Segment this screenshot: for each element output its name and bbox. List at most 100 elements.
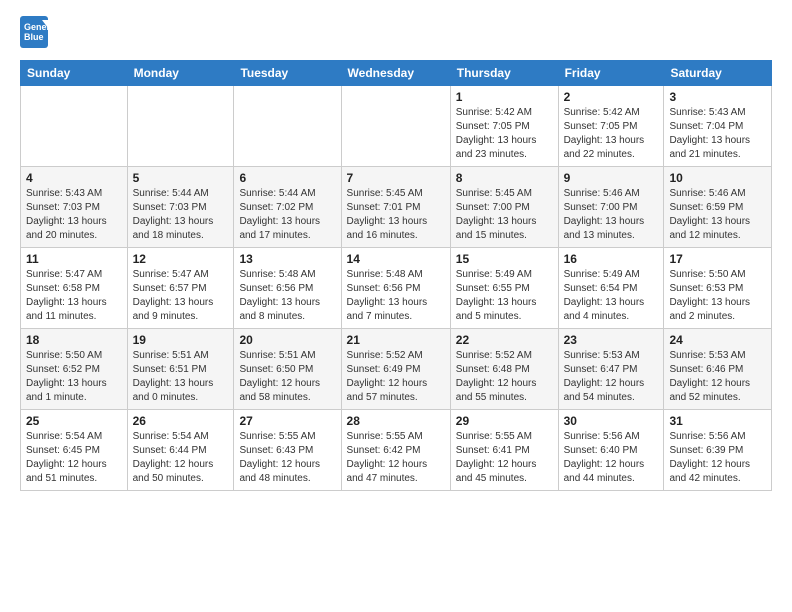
calendar-cell xyxy=(341,86,450,167)
calendar-cell: 31Sunrise: 5:56 AM Sunset: 6:39 PM Dayli… xyxy=(664,410,772,491)
day-number: 8 xyxy=(456,171,553,185)
calendar-cell: 18 Sunrise: 5:50 AM Sunset: 6:52 PM Dayli… xyxy=(21,329,128,410)
day-info: Sunrise: 5:48 AM Sunset: 6:56 PM Dayligh… xyxy=(347,268,445,324)
day-number: 18 xyxy=(26,333,122,347)
day-number: 22 xyxy=(456,333,553,347)
day-info: Sunrise: 5:54 AM Sunset: 6:45 PM Dayligh… xyxy=(26,430,122,486)
day-header-sunday: Sunday xyxy=(21,61,128,86)
calendar-cell: 2 Sunrise: 5:42 AM Sunset: 7:05 PM Daylig… xyxy=(558,86,664,167)
calendar-cell: 9 Sunrise: 5:46 AM Sunset: 7:00 PM Daylig… xyxy=(558,167,664,248)
day-number: 4 xyxy=(26,171,122,185)
day-info: Sunrise: 5:47 AM Sunset: 6:58 PM Dayligh… xyxy=(26,268,122,324)
calendar-cell: 22 Sunrise: 5:52 AM Sunset: 6:48 PM Dayli… xyxy=(450,329,558,410)
day-number: 15 xyxy=(456,252,553,266)
day-info: Sunrise: 5:52 AM Sunset: 6:49 PM Dayligh… xyxy=(347,349,445,405)
day-info: Sunrise: 5:44 AM Sunset: 7:03 PM Dayligh… xyxy=(133,187,229,243)
calendar-cell: 11 Sunrise: 5:47 AM Sunset: 6:58 PM Dayli… xyxy=(21,248,128,329)
day-header-monday: Monday xyxy=(127,61,234,86)
day-number: 14 xyxy=(347,252,445,266)
calendar-cell: 20 Sunrise: 5:51 AM Sunset: 6:50 PM Dayli… xyxy=(234,329,341,410)
day-number: 3 xyxy=(669,90,766,104)
day-info: Sunrise: 5:51 AM Sunset: 6:50 PM Dayligh… xyxy=(239,349,335,405)
calendar-cell: 26 Sunrise: 5:54 AM Sunset: 6:44 PM Dayli… xyxy=(127,410,234,491)
calendar-cell: 3 Sunrise: 5:43 AM Sunset: 7:04 PM Daylig… xyxy=(664,86,772,167)
day-number: 9 xyxy=(564,171,659,185)
day-info: Sunrise: 5:42 AM Sunset: 7:05 PM Dayligh… xyxy=(456,106,553,162)
calendar-cell: 19 Sunrise: 5:51 AM Sunset: 6:51 PM Dayli… xyxy=(127,329,234,410)
calendar-cell: 8 Sunrise: 5:45 AM Sunset: 7:00 PM Daylig… xyxy=(450,167,558,248)
svg-text:General: General xyxy=(24,22,48,32)
day-header-wednesday: Wednesday xyxy=(341,61,450,86)
day-number: 26 xyxy=(133,414,229,428)
calendar-cell: 14 Sunrise: 5:48 AM Sunset: 6:56 PM Dayli… xyxy=(341,248,450,329)
day-info: Sunrise: 5:54 AM Sunset: 6:44 PM Dayligh… xyxy=(133,430,229,486)
day-number: 25 xyxy=(26,414,122,428)
day-info: Sunrise: 5:42 AM Sunset: 7:05 PM Dayligh… xyxy=(564,106,659,162)
day-header-thursday: Thursday xyxy=(450,61,558,86)
day-number: 27 xyxy=(239,414,335,428)
calendar-cell: 29Sunrise: 5:55 AM Sunset: 6:41 PM Dayli… xyxy=(450,410,558,491)
logo: General Blue xyxy=(20,16,48,48)
day-number: 5 xyxy=(133,171,229,185)
calendar-cell: 23 Sunrise: 5:53 AM Sunset: 6:47 PM Dayli… xyxy=(558,329,664,410)
calendar-cell: 6Sunrise: 5:44 AM Sunset: 7:02 PM Daylig… xyxy=(234,167,341,248)
calendar-cell: 1Sunrise: 5:42 AM Sunset: 7:05 PM Daylig… xyxy=(450,86,558,167)
calendar-cell: 4 Sunrise: 5:43 AM Sunset: 7:03 PM Daylig… xyxy=(21,167,128,248)
day-header-saturday: Saturday xyxy=(664,61,772,86)
logo-icon: General Blue xyxy=(20,16,48,48)
day-number: 21 xyxy=(347,333,445,347)
day-number: 2 xyxy=(564,90,659,104)
day-info: Sunrise: 5:43 AM Sunset: 7:03 PM Dayligh… xyxy=(26,187,122,243)
day-number: 12 xyxy=(133,252,229,266)
day-number: 13 xyxy=(239,252,335,266)
calendar-cell: 30 Sunrise: 5:56 AM Sunset: 6:40 PM Dayli… xyxy=(558,410,664,491)
day-info: Sunrise: 5:56 AM Sunset: 6:40 PM Dayligh… xyxy=(564,430,659,486)
calendar-cell: 7 Sunrise: 5:45 AM Sunset: 7:01 PM Daylig… xyxy=(341,167,450,248)
day-number: 23 xyxy=(564,333,659,347)
day-info: Sunrise: 5:55 AM Sunset: 6:41 PM Dayligh… xyxy=(456,430,553,486)
day-number: 19 xyxy=(133,333,229,347)
day-info: Sunrise: 5:56 AM Sunset: 6:39 PM Dayligh… xyxy=(669,430,766,486)
day-number: 7 xyxy=(347,171,445,185)
calendar-cell: 27 Sunrise: 5:55 AM Sunset: 6:43 PM Dayli… xyxy=(234,410,341,491)
calendar-cell: 5 Sunrise: 5:44 AM Sunset: 7:03 PM Daylig… xyxy=(127,167,234,248)
day-number: 28 xyxy=(347,414,445,428)
day-info: Sunrise: 5:55 AM Sunset: 6:43 PM Dayligh… xyxy=(239,430,335,486)
calendar-cell: 17 Sunrise: 5:50 AM Sunset: 6:53 PM Dayli… xyxy=(664,248,772,329)
day-info: Sunrise: 5:48 AM Sunset: 6:56 PM Dayligh… xyxy=(239,268,335,324)
day-info: Sunrise: 5:46 AM Sunset: 6:59 PM Dayligh… xyxy=(669,187,766,243)
calendar-cell: 10 Sunrise: 5:46 AM Sunset: 6:59 PM Dayli… xyxy=(664,167,772,248)
day-number: 24 xyxy=(669,333,766,347)
calendar-cell: 13 Sunrise: 5:48 AM Sunset: 6:56 PM Dayli… xyxy=(234,248,341,329)
day-header-friday: Friday xyxy=(558,61,664,86)
day-number: 30 xyxy=(564,414,659,428)
day-info: Sunrise: 5:51 AM Sunset: 6:51 PM Dayligh… xyxy=(133,349,229,405)
calendar-cell xyxy=(127,86,234,167)
day-info: Sunrise: 5:52 AM Sunset: 6:48 PM Dayligh… xyxy=(456,349,553,405)
calendar-cell: 28Sunrise: 5:55 AM Sunset: 6:42 PM Dayli… xyxy=(341,410,450,491)
day-info: Sunrise: 5:45 AM Sunset: 7:01 PM Dayligh… xyxy=(347,187,445,243)
calendar-cell xyxy=(234,86,341,167)
day-info: Sunrise: 5:53 AM Sunset: 6:47 PM Dayligh… xyxy=(564,349,659,405)
calendar-table: SundayMondayTuesdayWednesdayThursdayFrid… xyxy=(20,60,772,491)
day-info: Sunrise: 5:50 AM Sunset: 6:53 PM Dayligh… xyxy=(669,268,766,324)
day-number: 11 xyxy=(26,252,122,266)
day-info: Sunrise: 5:43 AM Sunset: 7:04 PM Dayligh… xyxy=(669,106,766,162)
page-header: General Blue xyxy=(20,16,772,48)
calendar-cell: 25 Sunrise: 5:54 AM Sunset: 6:45 PM Dayli… xyxy=(21,410,128,491)
day-number: 10 xyxy=(669,171,766,185)
day-info: Sunrise: 5:53 AM Sunset: 6:46 PM Dayligh… xyxy=(669,349,766,405)
day-info: Sunrise: 5:44 AM Sunset: 7:02 PM Dayligh… xyxy=(239,187,335,243)
day-info: Sunrise: 5:49 AM Sunset: 6:55 PM Dayligh… xyxy=(456,268,553,324)
day-info: Sunrise: 5:45 AM Sunset: 7:00 PM Dayligh… xyxy=(456,187,553,243)
day-number: 20 xyxy=(239,333,335,347)
day-header-tuesday: Tuesday xyxy=(234,61,341,86)
day-info: Sunrise: 5:49 AM Sunset: 6:54 PM Dayligh… xyxy=(564,268,659,324)
calendar-cell: 21 Sunrise: 5:52 AM Sunset: 6:49 PM Dayli… xyxy=(341,329,450,410)
day-number: 17 xyxy=(669,252,766,266)
calendar-cell: 24 Sunrise: 5:53 AM Sunset: 6:46 PM Dayli… xyxy=(664,329,772,410)
calendar-cell: 12 Sunrise: 5:47 AM Sunset: 6:57 PM Dayli… xyxy=(127,248,234,329)
day-info: Sunrise: 5:46 AM Sunset: 7:00 PM Dayligh… xyxy=(564,187,659,243)
day-info: Sunrise: 5:47 AM Sunset: 6:57 PM Dayligh… xyxy=(133,268,229,324)
day-info: Sunrise: 5:50 AM Sunset: 6:52 PM Dayligh… xyxy=(26,349,122,405)
